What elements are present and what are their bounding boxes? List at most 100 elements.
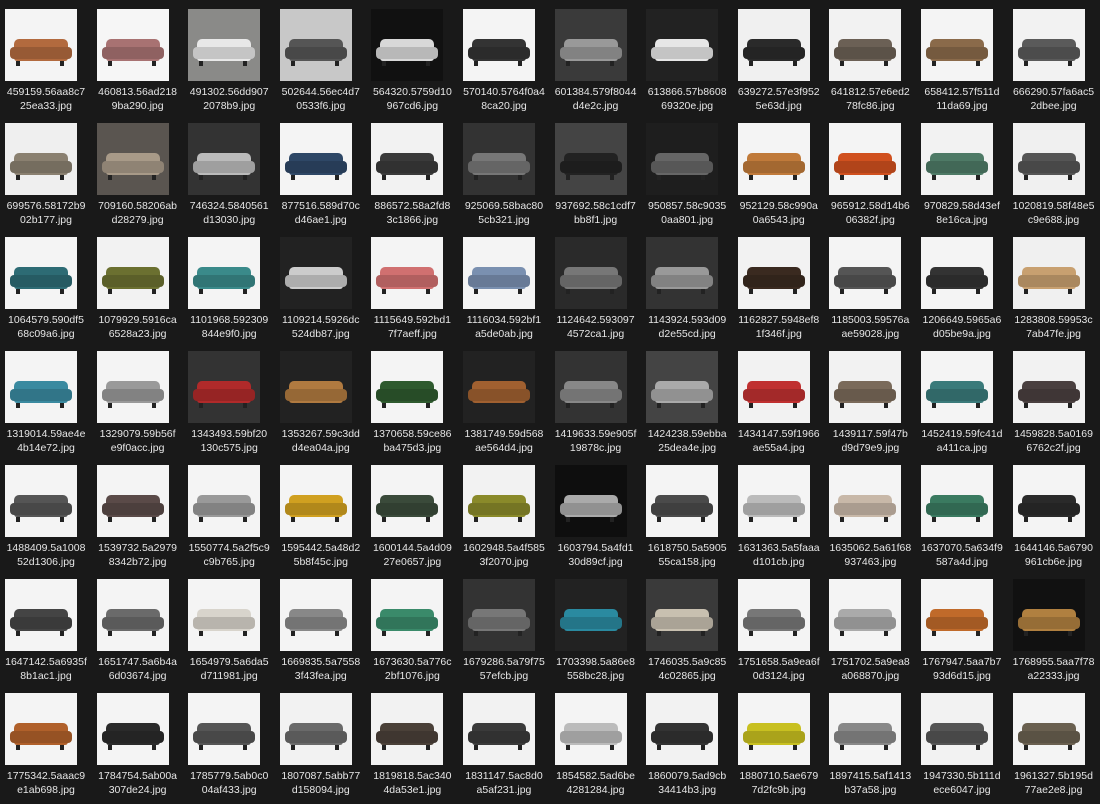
file-item[interactable]: 1206649.5965a6 d05be9a.jpg	[916, 228, 1008, 342]
file-item[interactable]: 1703398.5a86e8 558bc28.jpg	[550, 570, 642, 684]
file-item[interactable]: 1880710.5ae679 7d2fc9b.jpg	[733, 684, 825, 798]
file-item[interactable]: 1768955.5aa7f78 a22333.jpg	[1008, 570, 1100, 684]
file-item[interactable]: 1897415.5af1413 b37a58.jpg	[824, 684, 916, 798]
file-item[interactable]: 1115649.592bd1 7f7aeff.jpg	[366, 228, 458, 342]
file-item[interactable]: 564320.5759d10 967cd6.jpg	[366, 0, 458, 114]
file-item[interactable]: 699576.58172b9 02b177.jpg	[0, 114, 92, 228]
file-item[interactable]: 1020819.58f48e5 c9e688.jpg	[1008, 114, 1100, 228]
file-item[interactable]: 709160.58206ab d28279.jpg	[92, 114, 184, 228]
file-item[interactable]: 1116034.592bf1 a5de0ab.jpg	[458, 228, 550, 342]
file-item[interactable]: 1459828.5a0169 6762c2f.jpg	[1008, 342, 1100, 456]
file-item[interactable]: 1419633.59e905f 19878c.jpg	[550, 342, 642, 456]
file-name-line-1: 952129.58c990a	[739, 200, 818, 212]
thumbnail-image	[188, 9, 261, 81]
file-item[interactable]: 952129.58c990a 0a6543.jpg	[733, 114, 825, 228]
file-item[interactable]: 746324.5840561 d13030.jpg	[183, 114, 275, 228]
file-item[interactable]: 1767947.5aa7b7 93d6d15.jpg	[916, 570, 1008, 684]
file-item[interactable]: 1381749.59d568 ae564d4.jpg	[458, 342, 550, 456]
file-item[interactable]: 1831147.5ac8d0 a5af231.jpg	[458, 684, 550, 798]
file-item[interactable]: 1185003.59576a ae59028.jpg	[824, 228, 916, 342]
file-name-line-2: d28279.jpg	[111, 213, 164, 226]
file-item[interactable]: 1550774.5a2f5c9 c9b765.jpg	[183, 456, 275, 570]
file-item[interactable]: 1775342.5aaac9 e1ab698.jpg	[0, 684, 92, 798]
file-item[interactable]: 1600144.5a4d09 27e0657.jpg	[366, 456, 458, 570]
file-item[interactable]: 1854582.5ad6be 4281284.jpg	[550, 684, 642, 798]
file-item[interactable]: 925069.58bac80 5cb321.jpg	[458, 114, 550, 228]
file-name: 459159.56aa8c7 25ea33.jpg	[0, 86, 92, 113]
file-item[interactable]: 1746035.5a9c85 4c02865.jpg	[641, 570, 733, 684]
file-item[interactable]: 460813.56ad218 9ba290.jpg	[92, 0, 184, 114]
file-item[interactable]: 1860079.5ad9cb 34414b3.jpg	[641, 684, 733, 798]
file-item[interactable]: 1162827.5948ef8 1f346f.jpg	[733, 228, 825, 342]
file-item[interactable]: 1651747.5a6b4a 6d03674.jpg	[92, 570, 184, 684]
file-item[interactable]: 1618750.5a5905 55ca158.jpg	[641, 456, 733, 570]
file-item[interactable]: 1595442.5a48d2 5b8f45c.jpg	[275, 456, 367, 570]
file-item[interactable]: 1343493.59bf20 130c575.jpg	[183, 342, 275, 456]
file-item[interactable]: 1784754.5ab00a 307de24.jpg	[92, 684, 184, 798]
sofa-preview	[197, 267, 252, 294]
file-item[interactable]: 1669835.5a7558 3f43fea.jpg	[275, 570, 367, 684]
file-item[interactable]: 1947330.5b111d ece6047.jpg	[916, 684, 1008, 798]
file-item[interactable]: 658412.57f511d 11da69.jpg	[916, 0, 1008, 114]
file-name: 1439117.59f47b d9d79e9.jpg	[824, 428, 916, 455]
file-item[interactable]: 1329079.59b56f e9f0acc.jpg	[92, 342, 184, 456]
file-name-line-1: 1595442.5a48d2	[281, 542, 361, 554]
sofa-preview	[380, 153, 435, 180]
file-item[interactable]: 1603794.5a4fd1 30d89cf.jpg	[550, 456, 642, 570]
file-item[interactable]: 1064579.590df5 68c09a6.jpg	[0, 228, 92, 342]
file-item[interactable]: 1807087.5abb77 d158094.jpg	[275, 684, 367, 798]
file-item[interactable]: 1961327.5b195d 77ae2e8.jpg	[1008, 684, 1100, 798]
file-item[interactable]: 1751702.5a9ea8 a068870.jpg	[824, 570, 916, 684]
file-item[interactable]: 613866.57b8608 69320e.jpg	[641, 0, 733, 114]
file-item[interactable]: 1819818.5ac340 4da53e1.jpg	[366, 684, 458, 798]
file-item[interactable]: 1637070.5a634f9 587a4d.jpg	[916, 456, 1008, 570]
file-item[interactable]: 1370658.59ce86 ba475d3.jpg	[366, 342, 458, 456]
file-item[interactable]: 1644146.5a6790 961cb6e.jpg	[1008, 456, 1100, 570]
file-item[interactable]: 950857.58c9035 0aa801.jpg	[641, 114, 733, 228]
file-item[interactable]: 1353267.59c3dd d4ea04a.jpg	[275, 342, 367, 456]
file-item[interactable]: 639272.57e3f952 5e63d.jpg	[733, 0, 825, 114]
file-item[interactable]: 1751658.5a9ea6f 0d3124.jpg	[733, 570, 825, 684]
file-name: 1020819.58f48e5 c9e688.jpg	[1008, 200, 1100, 227]
file-item[interactable]: 1785779.5ab0c0 04af433.jpg	[183, 684, 275, 798]
file-item[interactable]: 1434147.59f1966 ae55a4.jpg	[733, 342, 825, 456]
file-item[interactable]: 1124642.593097 4572ca1.jpg	[550, 228, 642, 342]
file-item[interactable]: 570140.5764f0a4 8ca20.jpg	[458, 0, 550, 114]
file-item[interactable]: 1488409.5a1008 52d1306.jpg	[0, 456, 92, 570]
file-item[interactable]: 641812.57e6ed2 78fc86.jpg	[824, 0, 916, 114]
file-item[interactable]: 937692.58c1cdf7 bb8f1.jpg	[550, 114, 642, 228]
file-item[interactable]: 601384.579f8044 d4e2c.jpg	[550, 0, 642, 114]
file-item[interactable]: 1079929.5916ca 6528a23.jpg	[92, 228, 184, 342]
file-item[interactable]: 1647142.5a6935f 8b1ac1.jpg	[0, 570, 92, 684]
file-item[interactable]: 1631363.5a5faaa d101cb.jpg	[733, 456, 825, 570]
file-item[interactable]: 1319014.59ae4e 4b14e72.jpg	[0, 342, 92, 456]
file-item[interactable]: 965912.58d14b6 06382f.jpg	[824, 114, 916, 228]
file-item[interactable]: 1679286.5a79f75 57efcb.jpg	[458, 570, 550, 684]
file-grid: 459159.56aa8c7 25ea33.jpg 460813.56ad218 9b…	[0, 0, 1099, 798]
file-item[interactable]: 1673630.5a776c 2bf1076.jpg	[366, 570, 458, 684]
file-item[interactable]: 666290.57fa6ac5 2dbee.jpg	[1008, 0, 1100, 114]
file-item[interactable]: 1109214.5926dc 524db87.jpg	[275, 228, 367, 342]
file-item[interactable]: 886572.58a2fd8 3c1866.jpg	[366, 114, 458, 228]
file-item[interactable]: 1635062.5a61f68 937463.jpg	[824, 456, 916, 570]
file-item[interactable]: 502644.56ec4d7 0533f6.jpg	[275, 0, 367, 114]
file-name-line-2: 937463.jpg	[844, 555, 897, 568]
file-item[interactable]: 1143924.593d09 d2e55cd.jpg	[641, 228, 733, 342]
file-item[interactable]: 1539732.5a2979 8342b72.jpg	[92, 456, 184, 570]
file-item[interactable]: 970829.58d43ef 8e16ca.jpg	[916, 114, 1008, 228]
file-item[interactable]: 1424238.59ebba 25dea4e.jpg	[641, 342, 733, 456]
file-item[interactable]: 491302.56dd907 2078b9.jpg	[183, 0, 275, 114]
file-name-line-1: 1651747.5a6b4a	[98, 656, 178, 668]
file-item[interactable]: 1283808.59953c 7ab47fe.jpg	[1008, 228, 1100, 342]
file-item[interactable]: 459159.56aa8c7 25ea33.jpg	[0, 0, 92, 114]
sofa-preview	[105, 381, 160, 408]
file-item[interactable]: 877516.589d70c d46ae1.jpg	[275, 114, 367, 228]
file-item[interactable]: 1452419.59fc41d a411ca.jpg	[916, 342, 1008, 456]
file-name-line-2: ae564d4.jpg	[475, 441, 533, 454]
file-item[interactable]: 1101968.592309 844e9f0.jpg	[183, 228, 275, 342]
file-item[interactable]: 1602948.5a4f585 3f2070.jpg	[458, 456, 550, 570]
file-item[interactable]: 1654979.5a6da5 d711981.jpg	[183, 570, 275, 684]
file-name-line-1: 1860079.5ad9cb	[648, 770, 727, 782]
file-item[interactable]: 1439117.59f47b d9d79e9.jpg	[824, 342, 916, 456]
file-name-line-2: 4b14e72.jpg	[17, 441, 75, 454]
